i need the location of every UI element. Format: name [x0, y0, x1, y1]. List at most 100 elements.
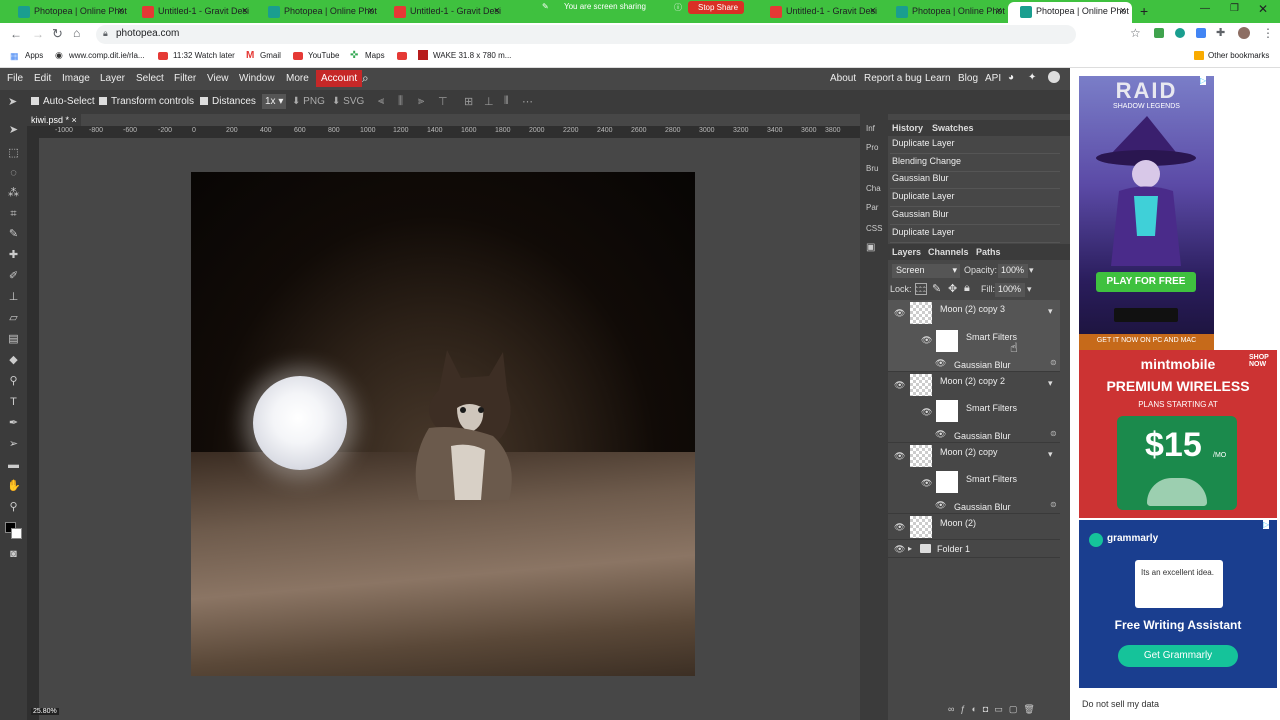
menu-filter[interactable]: Filter — [174, 73, 196, 84]
chevron-down-icon[interactable]: ▾ — [1048, 306, 1053, 317]
align-left-icon[interactable]: ⫷ — [378, 95, 384, 108]
puzzle-extensions-icon[interactable]: ✚ — [1216, 26, 1225, 39]
close-tab-icon[interactable]: × — [118, 5, 124, 17]
menu-blog[interactable]: Blog — [958, 73, 978, 84]
browser-tab[interactable]: Photopea | Online Phot × — [256, 2, 380, 23]
browser-tab[interactable]: Photopea | Online Phot × — [6, 2, 130, 23]
eye-icon[interactable]: 👁︎ — [894, 522, 905, 533]
eye-icon[interactable]: 👁︎ — [894, 308, 905, 319]
extension-icon[interactable] — [1175, 28, 1185, 38]
close-tab-icon[interactable]: × — [494, 5, 500, 17]
history-item[interactable]: Duplicate Layer — [890, 136, 1060, 154]
menu-learn[interactable]: Learn — [925, 73, 951, 84]
menu-image[interactable]: Image — [62, 73, 90, 84]
eye-icon[interactable]: 👁︎ — [921, 478, 932, 489]
restore-window-icon[interactable]: ❐ — [1230, 3, 1239, 14]
magic-wand-tool-icon[interactable]: ⁂ — [7, 187, 20, 200]
eraser-tool-icon[interactable]: ▱ — [7, 312, 20, 325]
home-icon[interactable]: ⌂ — [73, 26, 80, 40]
crop-tool-icon[interactable]: ⌗ — [7, 208, 20, 221]
filter-options-icon[interactable]: ⊜ — [1050, 429, 1057, 438]
blend-mode-select[interactable]: Screen ▾ — [892, 264, 960, 278]
export-png-button[interactable]: ⬇ PNG — [292, 96, 325, 107]
paragraph-panel-button[interactable]: Par — [866, 203, 878, 212]
browser-tab[interactable]: Untitled-1 - Gravit Desi × — [758, 2, 882, 23]
chevron-down-icon[interactable]: ▾ — [1027, 284, 1032, 295]
shop-now-link[interactable]: SHOP NOW — [1249, 354, 1275, 368]
fill-field[interactable]: 100% — [995, 283, 1025, 297]
chrome-menu-icon[interactable]: ⋮ — [1262, 26, 1274, 40]
bookmark-wake[interactable]: WAKE 31.8 x 780 m... — [433, 51, 511, 60]
filter-name[interactable]: Gaussian Blur — [954, 360, 1011, 370]
twitter-icon[interactable]: ✦ — [1028, 72, 1036, 83]
adjustment-icon[interactable]: ◐ — [971, 704, 982, 714]
distances-checkbox[interactable]: Distances — [200, 96, 256, 107]
browser-tab[interactable]: Photopea | Online Phot × — [884, 2, 1008, 23]
align-bottom-icon[interactable]: ⊥ — [484, 95, 494, 108]
profile-avatar[interactable] — [1238, 27, 1250, 39]
distribute-icon[interactable]: ⫴ — [504, 95, 509, 108]
history-item[interactable]: Blending Change — [890, 154, 1060, 172]
brush-tool-icon[interactable]: ✐ — [7, 270, 20, 283]
auto-select-checkbox[interactable]: Auto-Select — [31, 96, 95, 107]
menu-file[interactable]: File — [7, 73, 23, 84]
bookmark-watch-later[interactable]: 11:32 Watch later — [173, 51, 235, 60]
shape-tool-icon[interactable]: ▬ — [7, 459, 20, 472]
search-icon[interactable]: ⌕ — [362, 71, 369, 86]
zoom-select[interactable]: 1x ▾ — [262, 94, 287, 109]
grammarly-ad[interactable]: grammarly Its an excellent idea. Free Wr… — [1079, 520, 1277, 688]
eye-icon[interactable]: 👁︎ — [935, 358, 946, 369]
properties-panel-button[interactable]: Pro — [866, 143, 878, 152]
menu-window[interactable]: Window — [239, 73, 275, 84]
close-tab-icon[interactable]: × — [996, 5, 1002, 17]
brush-panel-button[interactable]: Bru — [866, 164, 878, 173]
extension-icon[interactable] — [1154, 28, 1164, 38]
link-layers-icon[interactable]: ∞ — [948, 704, 960, 714]
lock-paint-icon[interactable]: ✎ — [932, 282, 941, 295]
browser-tab-active[interactable]: Photopea | Online Phot × — [1008, 2, 1132, 23]
tab-history[interactable]: History — [892, 123, 923, 133]
play-for-free-button[interactable]: PLAY FOR FREE — [1096, 272, 1196, 292]
menu-api[interactable]: API — [985, 73, 1001, 84]
folder-row[interactable]: 👁︎ ▸ Folder 1 — [888, 540, 1060, 558]
menu-about[interactable]: About — [830, 73, 856, 84]
move-tool-icon[interactable]: ➤ — [7, 124, 20, 137]
lock-transparency-icon[interactable] — [915, 283, 927, 295]
bookmark-youtube[interactable]: YouTube — [308, 51, 339, 60]
filter-options-icon[interactable]: ⊜ — [1050, 358, 1057, 367]
close-document-icon[interactable]: × — [72, 115, 77, 125]
align-middle-icon[interactable]: ⊞ — [464, 95, 473, 108]
bookmark-maps[interactable]: Maps — [365, 51, 385, 60]
gradient-tool-icon[interactable]: ▤ — [7, 333, 20, 346]
new-layer-icon[interactable]: ▢ — [1009, 704, 1024, 714]
chevron-down-icon[interactable]: ▾ — [1048, 378, 1053, 389]
eye-icon[interactable]: 👁︎ — [894, 544, 905, 555]
minimize-window-icon[interactable]: — — [1200, 3, 1210, 14]
menu-layer[interactable]: Layer — [100, 73, 125, 84]
hand-tool-icon[interactable]: ✋ — [7, 480, 21, 493]
chevron-down-icon[interactable]: ▾ — [1048, 449, 1053, 460]
dodge-tool-icon[interactable]: ⚲ — [7, 375, 20, 388]
menu-report-bug[interactable]: Report a bug — [864, 73, 922, 84]
close-window-icon[interactable]: ✕ — [1258, 2, 1268, 16]
filter-options-icon[interactable]: ⊜ — [1050, 500, 1057, 509]
layer-row[interactable]: 👁︎ Moon (2) copy ▾ 👁︎ Smart Filters 👁︎ G… — [888, 443, 1060, 514]
mask-icon[interactable]: ◘ — [983, 704, 994, 714]
healing-tool-icon[interactable]: ✚ — [7, 249, 20, 262]
eye-icon[interactable]: 👁︎ — [935, 500, 946, 511]
eye-icon[interactable]: 👁︎ — [935, 429, 946, 440]
forward-icon[interactable]: → — [32, 27, 44, 41]
history-item[interactable]: Duplicate Layer — [890, 225, 1060, 243]
document-tab[interactable]: kiwi.psd * × — [27, 114, 81, 126]
path-select-tool-icon[interactable]: ➢ — [7, 438, 20, 451]
clone-stamp-tool-icon[interactable]: ⊥ — [7, 291, 20, 304]
bookmark-apps[interactable]: Apps — [25, 51, 43, 60]
history-item[interactable]: Gaussian Blur — [890, 207, 1060, 225]
align-right-icon[interactable]: ⫸ — [418, 95, 424, 108]
tab-channels[interactable]: Channels — [928, 247, 969, 257]
mint-mobile-ad[interactable]: mintmobile PREMIUM WIRELESS PLANS STARTI… — [1079, 350, 1277, 518]
distribute-spacing-icon[interactable]: ⋯ — [522, 95, 533, 108]
tab-paths[interactable]: Paths — [976, 247, 1001, 257]
image-icon[interactable]: ▣ — [866, 242, 875, 253]
transform-controls-checkbox[interactable]: Transform controls — [99, 96, 194, 107]
